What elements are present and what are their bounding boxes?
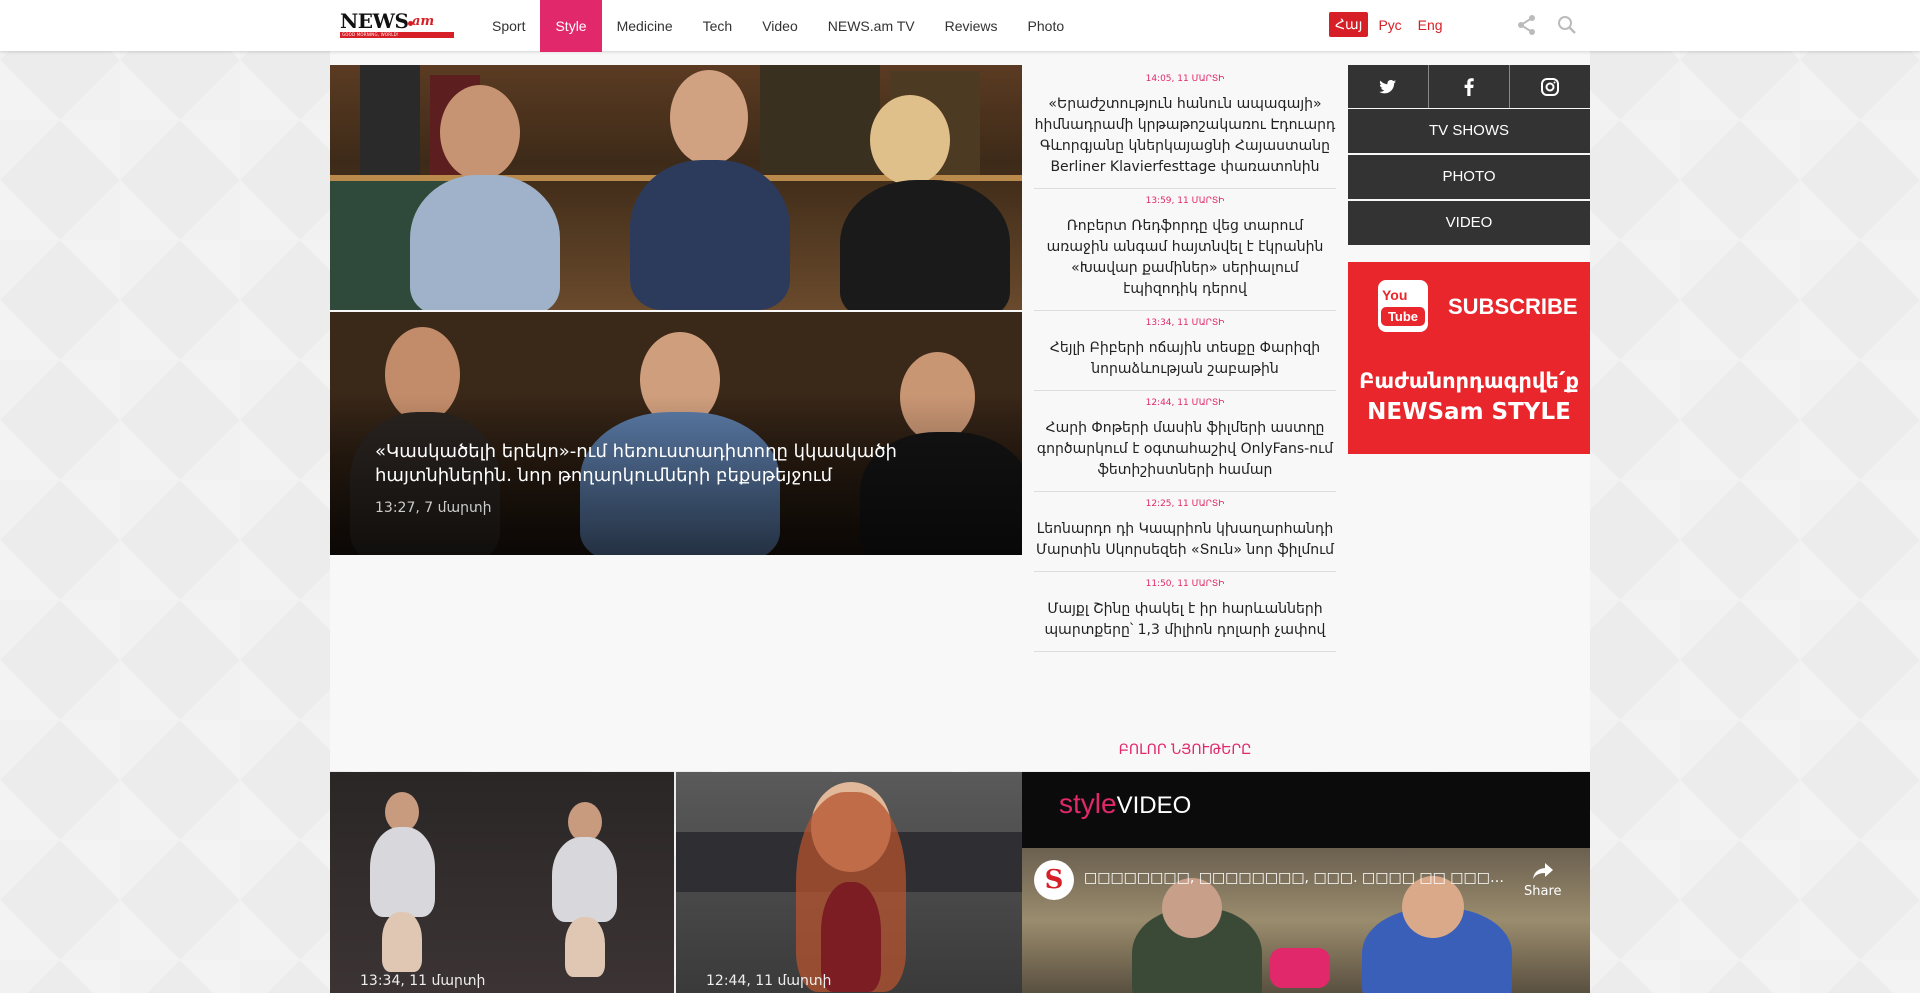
tile-time: 13:34, 11 մարտի: [360, 973, 486, 989]
news-time: 12:44, 11 ՄԱՐՏԻ: [1145, 398, 1225, 408]
logo-text: NEWS: [340, 9, 409, 33]
subscribe-label: SUBSCRIBE: [1448, 294, 1578, 319]
news-title[interactable]: Հարի Փոթերի մասին ֆիլմերի աստղը գործարկո…: [1034, 418, 1336, 481]
video-button[interactable]: VIDEO: [1348, 201, 1590, 245]
top-navigation-bar: NEWS am GOOD MORNING, WORLD! Sport Style…: [0, 0, 1920, 52]
nav-item-medicine[interactable]: Medicine: [602, 0, 688, 52]
style-video-logo-video: VIDEO: [1116, 792, 1192, 819]
person-legs: [565, 917, 605, 977]
video-share-button[interactable]: Share: [1524, 862, 1562, 899]
youtube-video-player[interactable]: S □□□□□□□□, □□□□□□□□, □□□. □□□□ □□ □□□□□…: [1022, 848, 1590, 993]
video-title[interactable]: □□□□□□□□, □□□□□□□□, □□□. □□□□ □□ □□□□□□□…: [1084, 870, 1504, 886]
list-item[interactable]: 13:34, 11 ՄԱՐՏԻ Հեյլի Բիբերի ոճային տեսք…: [1034, 311, 1336, 391]
news-title[interactable]: Լեոնարդո դի Կապրիոն կխաղարհանդի Մարտին Ս…: [1034, 519, 1336, 561]
person-body: [552, 837, 617, 922]
photo-tile[interactable]: 12:44, 11 մարտի: [676, 772, 1022, 993]
facebook-button[interactable]: [1429, 65, 1509, 108]
news-list: 14:05, 11 ՄԱՐՏԻ «Երաժշտություն հանուն ապ…: [1034, 67, 1336, 652]
tile-time: 12:44, 11 մարտի: [706, 973, 832, 989]
twitter-button[interactable]: [1348, 65, 1428, 108]
person-head: [870, 95, 950, 185]
nav-item-style[interactable]: Style: [540, 0, 602, 52]
lang-english[interactable]: Eng: [1412, 13, 1449, 37]
news-title[interactable]: Ռոբերտ Ռեդֆորդը վեց տարում առաջին անգամ …: [1034, 216, 1336, 300]
lang-russian[interactable]: Рус: [1372, 13, 1407, 37]
subscribe-line1: Բաժանորդագրվե՛ք: [1359, 369, 1579, 393]
subscribe-line2: NEWSam STYLE: [1367, 399, 1571, 425]
news-title[interactable]: «Երաժշտություն հանուն ապագայի» հիմնադրամ…: [1034, 94, 1336, 178]
news-time: 12:25, 11 ՄԱՐՏԻ: [1145, 499, 1225, 509]
person-head: [670, 70, 748, 165]
hero-image-top[interactable]: [330, 65, 1022, 310]
site-logo[interactable]: NEWS am GOOD MORNING, WORLD!: [340, 9, 454, 39]
nav-item-tech[interactable]: Tech: [688, 0, 748, 52]
video-share-label: Share: [1524, 884, 1562, 899]
style-video-logo-style: style: [1059, 788, 1117, 819]
person-head: [440, 85, 520, 180]
photo-tile[interactable]: 13:34, 11 մարտի: [330, 772, 674, 993]
person-head: [1162, 878, 1222, 938]
style-video-block: styleVIDEO S □□□□□□□□, □□□□□□□□, □□□. □□…: [1022, 772, 1590, 993]
nav-item-photo[interactable]: Photo: [1013, 0, 1080, 52]
channel-avatar[interactable]: S: [1034, 860, 1074, 900]
book: [760, 65, 880, 173]
hero-image-bottom[interactable]: «Կասկածելի երեկո»-ում հեռուստադիտողը կկա…: [330, 312, 1022, 555]
facebook-icon: [1464, 77, 1474, 96]
person-head: [568, 802, 602, 842]
hero-time: 13:27, 7 մարտի: [375, 500, 492, 516]
nav-item-reviews[interactable]: Reviews: [930, 0, 1013, 52]
youtube-icon-tube: Tube: [1381, 307, 1425, 326]
youtube-subscribe-banner[interactable]: You Tube SUBSCRIBE Բաժանորդագրվե՛ք NEWSa…: [1348, 262, 1590, 454]
lang-armenian[interactable]: Հայ: [1329, 12, 1369, 37]
search-icon[interactable]: [1556, 14, 1578, 36]
news-time: 13:59, 11 ՄԱՐՏԻ: [1145, 196, 1225, 206]
list-item[interactable]: 11:50, 11 ՄԱՐՏԻ Մայքլ Շինը փակել է իր հա…: [1034, 572, 1336, 652]
instagram-icon: [1541, 77, 1559, 96]
twitter-icon: [1379, 79, 1396, 93]
person-body: [630, 160, 790, 310]
share-icon[interactable]: [1516, 14, 1538, 36]
person-body: [840, 180, 1010, 310]
news-time: 14:05, 11 ՄԱՐՏԻ: [1145, 74, 1225, 84]
person-body: [370, 827, 435, 917]
photo-button[interactable]: PHOTO: [1348, 155, 1590, 199]
hero-title[interactable]: «Կասկածելի երեկո»-ում հեռուստադիտողը կկա…: [375, 440, 935, 488]
news-time: 13:34, 11 ՄԱՐՏԻ: [1145, 318, 1225, 328]
play-button[interactable]: [1270, 948, 1330, 988]
youtube-icon: You Tube: [1378, 280, 1428, 332]
book: [360, 65, 420, 175]
nav-item-newsam-tv[interactable]: NEWS.am TV: [813, 0, 930, 52]
news-title[interactable]: Մայքլ Շինը փակել է իր հարևանների պարտքեր…: [1034, 599, 1336, 641]
language-switcher: Հայ Рус Eng: [1329, 12, 1449, 37]
nav-item-sport[interactable]: Sport: [477, 0, 540, 52]
list-item[interactable]: 12:25, 11 ՄԱՐՏԻ Լեոնարդո դի Կապրիոն կխաղ…: [1034, 492, 1336, 572]
news-time: 11:50, 11 ՄԱՐՏԻ: [1145, 579, 1225, 589]
tv-shows-button[interactable]: TV SHOWS: [1348, 109, 1590, 153]
nav-item-video[interactable]: Video: [747, 0, 813, 52]
main-nav: Sport Style Medicine Tech Video NEWS.am …: [477, 0, 1079, 52]
list-item[interactable]: 13:59, 11 ՄԱՐՏԻ Ռոբերտ Ռեդֆորդը վեց տարո…: [1034, 189, 1336, 311]
social-links: [1348, 65, 1590, 108]
person-legs: [382, 912, 422, 972]
person-body: [410, 175, 560, 310]
youtube-icon-you: You: [1382, 287, 1408, 303]
share-arrow-icon: [1532, 863, 1553, 879]
list-item[interactable]: 12:44, 11 ՄԱՐՏԻ Հարի Փոթերի մասին ֆիլմեր…: [1034, 391, 1336, 492]
all-materials-link[interactable]: ԲՈԼՈՐ ՆՅՈՒԹԵՐԸ: [1034, 742, 1336, 758]
person-head: [385, 792, 419, 832]
logo-tagline: GOOD MORNING, WORLD!: [340, 32, 454, 38]
list-item[interactable]: 14:05, 11 ՄԱՐՏԻ «Երաժշտություն հանուն ապ…: [1034, 67, 1336, 189]
instagram-button[interactable]: [1510, 65, 1590, 108]
logo-suffix: am: [412, 14, 435, 29]
news-title[interactable]: Հեյլի Բիբերի ոճային տեսքը Փարիզի նորաձևո…: [1034, 338, 1336, 380]
style-video-logo: styleVIDEO: [1059, 788, 1191, 820]
